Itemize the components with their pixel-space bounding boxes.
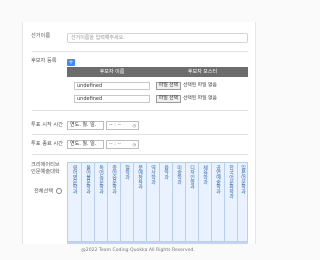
department-option[interactable]: 문예창작과	[133, 163, 146, 241]
file-status: 선택된 파일 없음	[183, 83, 217, 88]
department-option[interactable]: 일본어문학과	[237, 163, 248, 241]
department-option[interactable]: 공연예술학과	[211, 163, 224, 241]
vote-end-time-value: -- : --	[109, 141, 122, 147]
divider	[32, 51, 248, 52]
column-header-name: 후보자 이름	[99, 69, 125, 75]
department-option[interactable]: 영어영문학과	[68, 163, 81, 241]
department-grid: 영어영문학과 불어불문학과 독어독문학과 중어중문학과 철학과 문예창작과 역사…	[67, 162, 248, 242]
department-option[interactable]: 디자인학과	[185, 163, 198, 241]
candidate-name-input[interactable]: undefined	[74, 82, 150, 90]
college-label-line2: 인문예술대학	[31, 169, 60, 175]
column-header-poster: 후보자 포스터	[187, 69, 218, 75]
election-name-input[interactable]: 선거이름을 입력해주세요.	[67, 33, 248, 43]
candidate-name-input[interactable]: undefined	[74, 95, 150, 103]
grid-scrollbar[interactable]	[67, 242, 248, 244]
department-option[interactable]: 독어독문학과	[94, 163, 107, 241]
file-select-button[interactable]: 파일 선택	[156, 82, 181, 90]
vote-end-date-input[interactable]: 연도. 월. 일.	[67, 140, 104, 149]
department-option[interactable]: 한국어문화학과	[224, 163, 237, 241]
college-label-line1: 크리에이티브	[31, 162, 60, 168]
clock-icon: ◷	[132, 123, 137, 128]
radio-icon	[55, 188, 62, 194]
clock-icon: ◷	[132, 142, 137, 147]
vote-start-time-value: -- : --	[109, 122, 122, 128]
vote-start-date-input[interactable]: 연도. 월. 일.	[67, 121, 104, 130]
election-name-label: 선거이름	[31, 33, 51, 39]
file-status: 선택된 파일 없음	[183, 96, 217, 101]
select-all-control[interactable]: 전체선택	[34, 188, 62, 195]
department-option[interactable]: 미술학과	[172, 163, 185, 241]
footer-copyright: @2022 Team Coding Quokka All Rights Rese…	[81, 248, 195, 253]
candidate-row: undefined 파일 선택 선택된 파일 없음	[67, 93, 248, 105]
divider	[32, 134, 248, 135]
file-select-button[interactable]: 파일 선택	[156, 95, 181, 103]
vote-end-time-input[interactable]: -- : -- ◷	[106, 140, 139, 149]
candidates-label: 후보자 등록	[31, 58, 57, 64]
select-all-label: 전체선택	[34, 188, 54, 195]
vote-end-label: 투표 종료 시간	[31, 141, 63, 147]
department-option[interactable]: 중어중문학과	[107, 163, 120, 241]
department-option[interactable]: 철학과	[120, 163, 133, 241]
candidate-row: undefined 파일 선택 선택된 파일 없음	[67, 80, 248, 92]
divider	[32, 154, 248, 155]
department-option[interactable]: 음악과	[159, 163, 172, 241]
department-option[interactable]: 체육학과	[198, 163, 211, 241]
vote-start-time-input[interactable]: -- : -- ◷	[106, 121, 139, 130]
candidate-table-header: 후보자 이름 후보자 포스터	[67, 67, 248, 77]
department-option[interactable]: 불어불문학과	[81, 163, 94, 241]
divider	[32, 110, 248, 111]
vote-start-label: 투표 시작 시간	[31, 122, 63, 128]
department-option[interactable]: 역사학과	[146, 163, 159, 241]
add-candidate-button[interactable]: +	[67, 59, 75, 66]
